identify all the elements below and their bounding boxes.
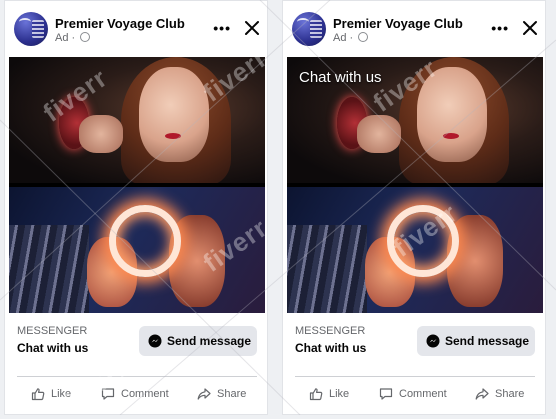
cta-headline: Chat with us <box>295 341 367 355</box>
creative-overlay-text: Chat with us <box>299 69 382 86</box>
globe-icon <box>80 32 91 42</box>
ad-creative-image[interactable]: Chat with us <box>287 57 543 313</box>
share-label: Share <box>495 388 525 400</box>
page-avatar[interactable] <box>292 12 326 46</box>
comment-icon <box>379 388 393 400</box>
action-bar: Like Comment Share <box>5 382 267 410</box>
globe-icon <box>358 32 369 42</box>
like-icon <box>31 388 45 401</box>
messenger-icon <box>426 334 440 348</box>
share-button[interactable]: Share <box>197 382 257 410</box>
sponsored-label: Ad · <box>333 32 369 44</box>
ad-header: Premier Voyage Club Ad · ••• <box>5 1 267 55</box>
close-icon[interactable] <box>243 19 261 37</box>
ad-label: Ad <box>333 32 347 44</box>
cta-area: MESSENGER Chat with us Send message <box>5 317 267 367</box>
page-avatar[interactable] <box>14 12 48 46</box>
comment-button[interactable]: Comment <box>379 382 459 410</box>
cta-headline: Chat with us <box>17 341 89 355</box>
like-button[interactable]: Like <box>309 382 369 410</box>
creative-top-panel <box>9 57 265 185</box>
ad-card-2: Premier Voyage Club Ad · ••• Chat with u… <box>282 0 546 415</box>
page-name[interactable]: Premier Voyage Club <box>333 16 463 31</box>
comment-icon <box>101 388 115 400</box>
comment-button[interactable]: Comment <box>101 382 181 410</box>
send-message-label: Send message <box>167 334 252 348</box>
divider <box>295 376 535 377</box>
cta-area: MESSENGER Chat with us Send message <box>283 317 545 367</box>
divider <box>17 376 257 377</box>
like-label: Like <box>51 388 72 400</box>
like-icon <box>309 388 323 401</box>
ad-creative-image[interactable] <box>9 57 265 313</box>
more-options-icon[interactable]: ••• <box>213 21 231 35</box>
send-message-button[interactable]: Send message <box>139 326 257 356</box>
more-options-icon[interactable]: ••• <box>491 21 509 35</box>
like-button[interactable]: Like <box>31 382 91 410</box>
page-name[interactable]: Premier Voyage Club <box>55 16 185 31</box>
close-icon[interactable] <box>521 19 539 37</box>
comment-label: Comment <box>399 388 447 400</box>
ad-card-1: Premier Voyage Club Ad · ••• MESSENGER C… <box>4 0 268 415</box>
ad-label: Ad <box>55 32 69 44</box>
creative-bottom-panel <box>287 185 543 313</box>
creative-bottom-panel <box>9 185 265 313</box>
cta-caption: MESSENGER <box>17 325 88 337</box>
share-label: Share <box>217 388 247 400</box>
cta-caption: MESSENGER <box>295 325 366 337</box>
sponsored-label: Ad · <box>55 32 91 44</box>
share-button[interactable]: Share <box>475 382 535 410</box>
comment-label: Comment <box>121 388 169 400</box>
share-icon <box>197 388 211 400</box>
share-icon <box>475 388 489 400</box>
like-label: Like <box>329 388 350 400</box>
action-bar: Like Comment Share <box>283 382 545 410</box>
send-message-button[interactable]: Send message <box>417 326 535 356</box>
send-message-label: Send message <box>445 334 530 348</box>
ad-header: Premier Voyage Club Ad · ••• <box>283 1 545 55</box>
messenger-icon <box>148 334 162 348</box>
